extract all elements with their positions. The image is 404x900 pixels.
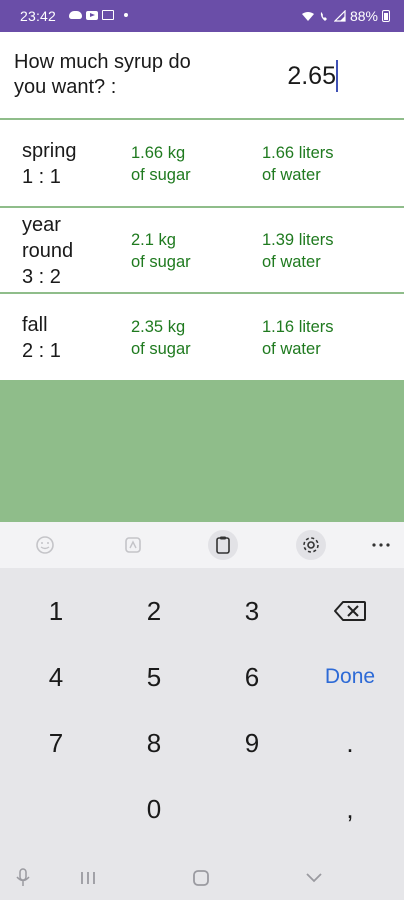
backspace-icon (334, 601, 366, 621)
keyboard-toolbar (0, 522, 404, 568)
water-amount-value: 1.16 liters (262, 318, 334, 336)
wifi-calling-icon (320, 11, 327, 21)
key-3[interactable]: 3 (203, 578, 301, 644)
sugar-amount-unit: of sugar (131, 166, 191, 184)
syrup-amount-input[interactable] (230, 58, 340, 94)
key-7[interactable]: 7 (7, 710, 105, 776)
numeric-keyboard: 1 2 3 4 5 6 Done 7 8 9 . 0 , (0, 568, 404, 858)
battery-icon (382, 10, 390, 22)
signal-icon (333, 10, 346, 22)
key-1[interactable]: 1 (7, 578, 105, 644)
ratio-row-year-round: year round 3 : 2 2.1 kg of sugar 1.39 li… (0, 208, 404, 294)
youtube-icon (86, 10, 98, 20)
more-notifications-dot-icon (124, 13, 128, 17)
ratio-value: 1 : 1 (22, 166, 61, 188)
ratio-value: 2 : 1 (22, 340, 61, 362)
hide-keyboard-icon[interactable] (302, 866, 326, 890)
ratio-name: spring (22, 140, 77, 162)
ratio-row-spring: spring 1 : 1 1.66 kg of sugar 1.66 liter… (0, 120, 404, 208)
water-amount-unit: of water (262, 340, 321, 358)
wifi-icon (301, 11, 314, 21)
water-amount-unit: of water (262, 253, 321, 271)
sugar-amount-unit: of sugar (131, 340, 191, 358)
sticker-icon[interactable] (118, 530, 148, 560)
sugar-amount: 1.66 kg of sugar (131, 142, 191, 186)
recent-apps-icon[interactable] (76, 866, 100, 890)
ratio-value: 3 : 2 (22, 266, 61, 288)
cloud-icon (69, 11, 82, 19)
comma-key[interactable]: , (301, 776, 399, 842)
key-0[interactable]: 0 (105, 776, 203, 842)
settings-icon[interactable] (296, 530, 326, 560)
done-key[interactable]: Done (301, 644, 399, 710)
clipboard-icon[interactable] (208, 530, 238, 560)
syrup-question-label: How much syrup do you want? : (14, 51, 191, 98)
ratio-label: year round 3 : 2 (22, 212, 73, 290)
backspace-key[interactable] (301, 578, 399, 644)
ratio-label: spring 1 : 1 (22, 138, 76, 190)
sugar-amount: 2.35 kg of sugar (131, 316, 191, 360)
syrup-amount-header: How much syrup do you want? : (0, 32, 404, 120)
water-amount: 1.39 liters of water (262, 229, 334, 273)
navigation-bar (0, 858, 404, 900)
ratio-name: fall (22, 314, 48, 336)
sugar-amount: 2.1 kg of sugar (131, 229, 191, 273)
empty-background-area (0, 380, 404, 522)
emoji-icon[interactable] (30, 530, 60, 560)
key-4[interactable]: 4 (7, 644, 105, 710)
ratio-label: fall 2 : 1 (22, 312, 61, 364)
key-6[interactable]: 6 (203, 644, 301, 710)
status-bar: 23:42 88% (0, 0, 404, 32)
ratio-name-line2: round (22, 240, 74, 262)
sugar-amount-unit: of sugar (131, 253, 191, 271)
key-9[interactable]: 9 (203, 710, 301, 776)
water-amount: 1.66 liters of water (262, 142, 334, 186)
water-amount: 1.16 liters of water (262, 316, 334, 360)
sugar-amount-value: 2.1 kg (131, 231, 176, 249)
key-5[interactable]: 5 (105, 644, 203, 710)
key-8[interactable]: 8 (105, 710, 203, 776)
ratio-row-fall: fall 2 : 1 2.35 kg of sugar 1.16 liters … (0, 294, 404, 380)
system-icons: 88% (301, 8, 390, 24)
period-key[interactable]: . (301, 710, 399, 776)
ratio-name-line1: year (22, 214, 61, 236)
key-2[interactable]: 2 (105, 578, 203, 644)
more-icon[interactable] (366, 530, 396, 560)
text-cursor (336, 60, 338, 92)
sugar-amount-value: 2.35 kg (131, 318, 186, 336)
sugar-amount-value: 1.66 kg (131, 144, 186, 162)
microphone-icon[interactable] (12, 866, 34, 890)
news-icon (102, 10, 114, 20)
water-amount-value: 1.39 liters (262, 231, 334, 249)
status-time: 23:42 (20, 8, 57, 24)
water-amount-unit: of water (262, 166, 321, 184)
notification-icons (69, 10, 128, 20)
battery-percent: 88% (349, 8, 378, 24)
home-icon[interactable] (189, 866, 213, 890)
water-amount-value: 1.66 liters (262, 144, 334, 162)
